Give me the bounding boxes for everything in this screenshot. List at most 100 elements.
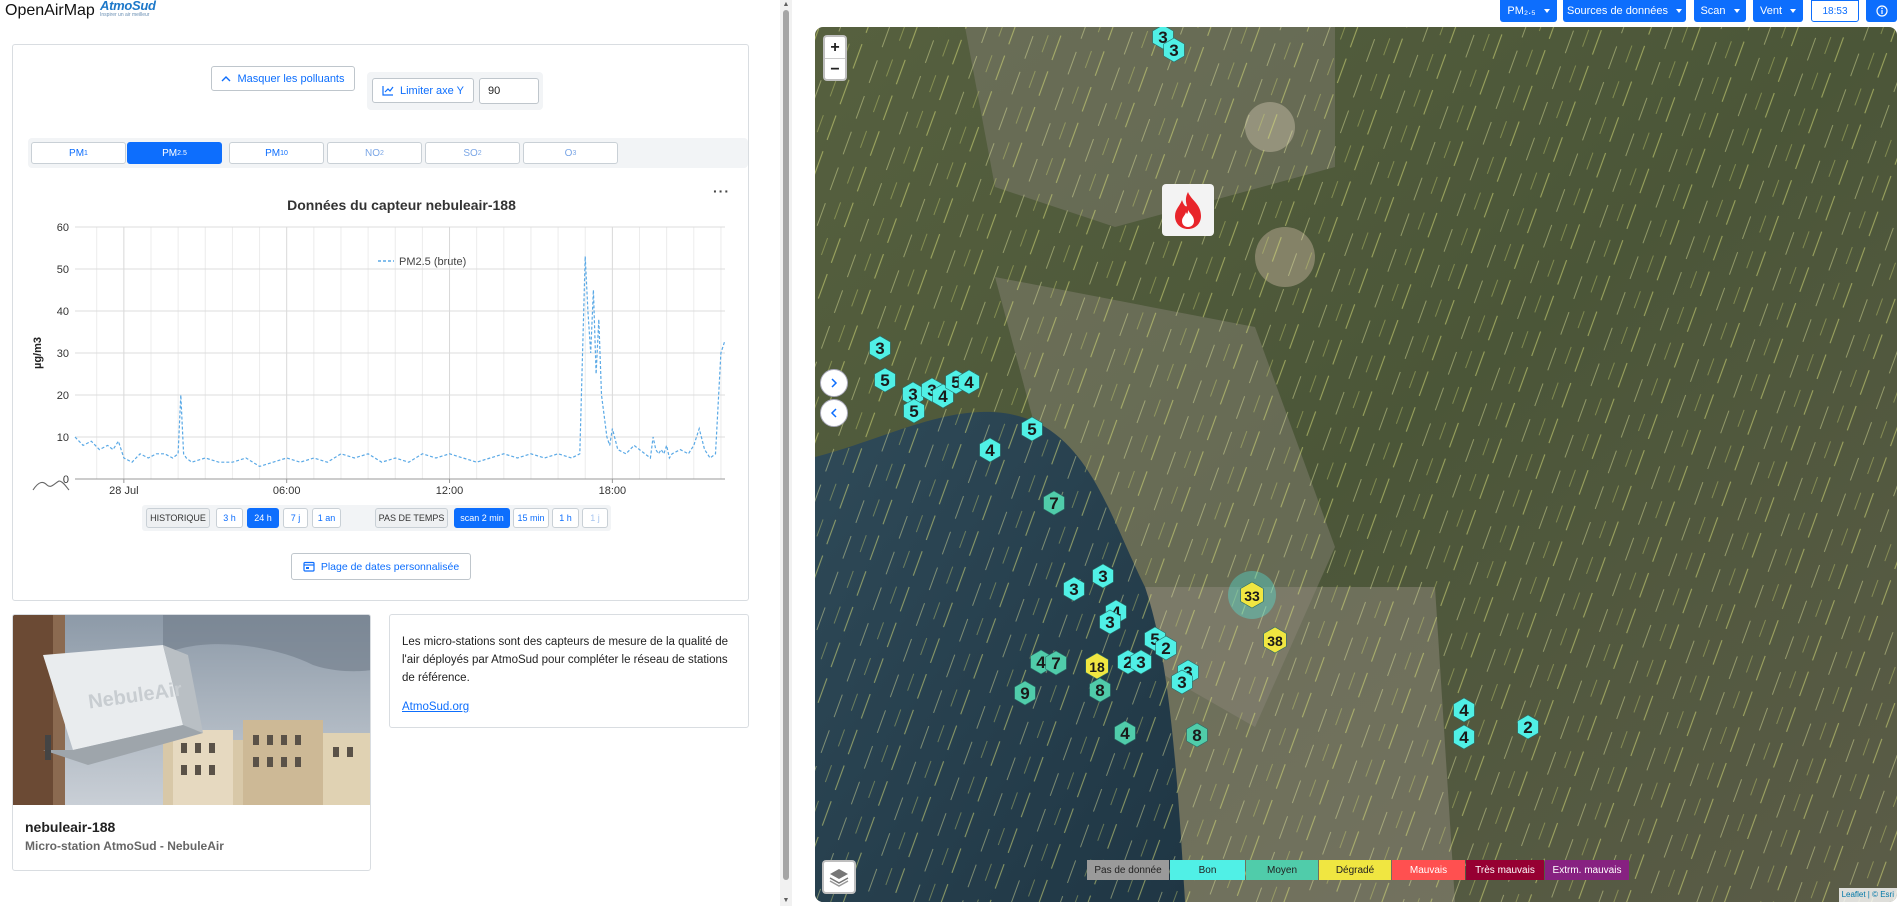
y-tick-label: 10: [57, 432, 69, 444]
atmosud-logo[interactable]: AtmoSud Inspirer un air meilleur: [100, 0, 158, 22]
marker-value: 18: [1089, 659, 1105, 675]
marker-value: 8: [1095, 681, 1104, 700]
pollutant-tab-so2[interactable]: SO 2: [425, 142, 520, 164]
sensor-marker[interactable]: 2: [1517, 714, 1539, 740]
y-tick-label: 20: [57, 390, 69, 402]
scan-label: Scan: [1700, 5, 1726, 17]
sensor-marker[interactable]: 33: [1228, 571, 1276, 619]
marker-value: 7: [1051, 654, 1060, 673]
x-tick-label: 28 Jul: [109, 485, 138, 497]
legend-item: Extrm. mauvais: [1545, 860, 1629, 880]
scan-dropdown[interactable]: Scan: [1694, 0, 1746, 22]
marker-value: 4: [1459, 701, 1469, 720]
sensor-marker[interactable]: 4: [1453, 724, 1475, 750]
marker-value: 5: [1027, 420, 1036, 439]
station-card: NebuleAir nebuleair-188 Micro-station At…: [12, 614, 371, 871]
hide-pollutants-button[interactable]: Masquer les polluants: [211, 66, 355, 91]
marker-value: 2: [1523, 718, 1532, 737]
sensor-marker[interactable]: 3: [1092, 563, 1114, 589]
sensor-marker[interactable]: 8: [1186, 722, 1208, 748]
pollutant-tab-label: SO: [463, 147, 478, 159]
legend-item: Dégradé: [1319, 860, 1391, 880]
sensor-marker[interactable]: 9: [1014, 680, 1036, 706]
sensor-marker[interactable]: 38: [1263, 626, 1287, 654]
range-button-3h[interactable]: 3 h: [216, 508, 243, 528]
page-scrollbar[interactable]: ▲ ▼: [780, 0, 792, 906]
pollutant-dropdown[interactable]: PM₂.₅: [1500, 0, 1557, 22]
pollutant-tab-pm25[interactable]: PM 2.5: [127, 142, 222, 164]
sensor-marker[interactable]: 8: [1089, 677, 1111, 703]
map-attribution[interactable]: Leaflet | © Esri: [1838, 888, 1897, 902]
marker-value: 4: [938, 387, 948, 406]
marker-value: 9: [1020, 684, 1029, 703]
y-limit-input[interactable]: 90: [479, 78, 539, 104]
scroll-up-icon[interactable]: ▲: [780, 0, 792, 10]
step-button-15min[interactable]: 15 min: [513, 508, 549, 528]
marker-value: 3: [1105, 613, 1114, 632]
pollutant-tab-pm1[interactable]: PM 1: [31, 142, 126, 164]
pollutant-tab-pm10[interactable]: PM 10: [229, 142, 324, 164]
pollutant-tab-subscript: 3: [572, 149, 577, 157]
series-line-pm25[interactable]: [74, 256, 726, 468]
time-display-button[interactable]: 18:53: [1811, 0, 1859, 22]
range-button-1an[interactable]: 1 an: [312, 508, 341, 528]
step-button-1h[interactable]: 1 h: [552, 508, 579, 528]
legend-label: PM2.5 (brute): [399, 256, 466, 268]
pollutant-tab-subscript: 2: [380, 149, 384, 157]
sensor-marker[interactable]: 5: [1021, 416, 1043, 442]
custom-date-range-label: Plage de dates personnalisée: [320, 560, 460, 573]
sensor-marker[interactable]: 3: [1063, 576, 1085, 602]
legend-item: Bon: [1170, 860, 1245, 880]
wind-dropdown[interactable]: Vent: [1753, 0, 1803, 22]
logo-title: AtmoSud: [100, 0, 156, 13]
limit-y-button[interactable]: Limiter axe Y: [372, 78, 474, 103]
step-button-scan2min[interactable]: scan 2 min: [454, 508, 510, 528]
sensor-marker[interactable]: 3: [869, 335, 891, 361]
custom-date-range-button[interactable]: Plage de dates personnalisée: [291, 553, 471, 580]
y-tick-label: 60: [57, 222, 69, 234]
marker-layer: 33353 3 45 45547334333385 24 7 18 2 3339 84244 8: [869, 27, 1539, 750]
info-button[interactable]: [1866, 0, 1897, 22]
map-view[interactable]: + − 3 3 3 5 3 3 4 5 4 5 5 4 7 3 3 4 3 33 38 5 2 4 7 18 2 3 3 3 9 8 4 2 4…: [815, 27, 1897, 902]
chevron-up-icon: [221, 75, 231, 81]
range-button-7j[interactable]: 7 j: [283, 508, 308, 528]
sensor-marker[interactable]: 4: [1114, 720, 1136, 746]
atmosud-link[interactable]: AtmoSud.org: [402, 701, 469, 713]
sensor-marker[interactable]: 4: [979, 437, 1001, 463]
marker-value: 7: [1049, 494, 1058, 513]
caret-down-icon: [1790, 9, 1797, 13]
y-tick-label: 40: [57, 306, 69, 318]
sensor-marker[interactable]: 4: [1453, 697, 1475, 723]
marker-value: 4: [1120, 724, 1130, 743]
scroll-thumb[interactable]: [783, 10, 789, 880]
caret-down-icon: [1675, 9, 1682, 13]
pollutant-tab-o3[interactable]: O3: [523, 142, 618, 164]
station-title: nebuleair-188: [25, 819, 116, 835]
data-sources-dropdown[interactable]: Sources de données: [1563, 0, 1686, 22]
marker-value: 3: [1069, 580, 1078, 599]
time-range-bar: HISTORIQUE 3 h 24 h7 j1 an PAS DE TEMPS scan…: [142, 505, 611, 531]
marker-value: 33: [1244, 588, 1260, 604]
step-button-1j[interactable]: 1 j: [582, 508, 608, 528]
pollutant-tab-no2[interactable]: NO 2: [327, 142, 422, 164]
sensor-marker[interactable]: 7: [1043, 490, 1065, 516]
sensor-marker[interactable]: 18: [1085, 652, 1109, 680]
pollutant-tab-label: PM: [69, 147, 85, 159]
x-tick-label: 12:00: [436, 485, 464, 497]
pollutant-tab-subscript: 10: [280, 149, 288, 157]
y-axis-label: µg/m3: [32, 337, 44, 369]
sensor-marker[interactable]: 5: [874, 367, 896, 393]
chart-legend[interactable]: PM2.5 (brute): [378, 256, 466, 268]
info-icon: [1875, 5, 1888, 17]
y-tick-label: 30: [57, 348, 69, 360]
info-text: Les micro-stations sont des capteurs de …: [402, 636, 729, 684]
y-tick-label: 50: [57, 264, 69, 276]
caret-down-icon: [1543, 9, 1550, 13]
info-card: Les micro-stations sont des capteurs de …: [389, 614, 749, 728]
line-chart: 010203040506028 Jul 06:00 12:00 18:00µg/m3P…: [32, 222, 726, 497]
range-button-24h[interactable]: 24 h: [247, 508, 279, 528]
pollutant-tab-subscript: 2: [477, 149, 482, 157]
scroll-down-icon[interactable]: ▼: [780, 896, 792, 906]
marker-value: 8: [1192, 726, 1201, 745]
time-step-label: PAS DE TEMPS: [375, 508, 448, 528]
